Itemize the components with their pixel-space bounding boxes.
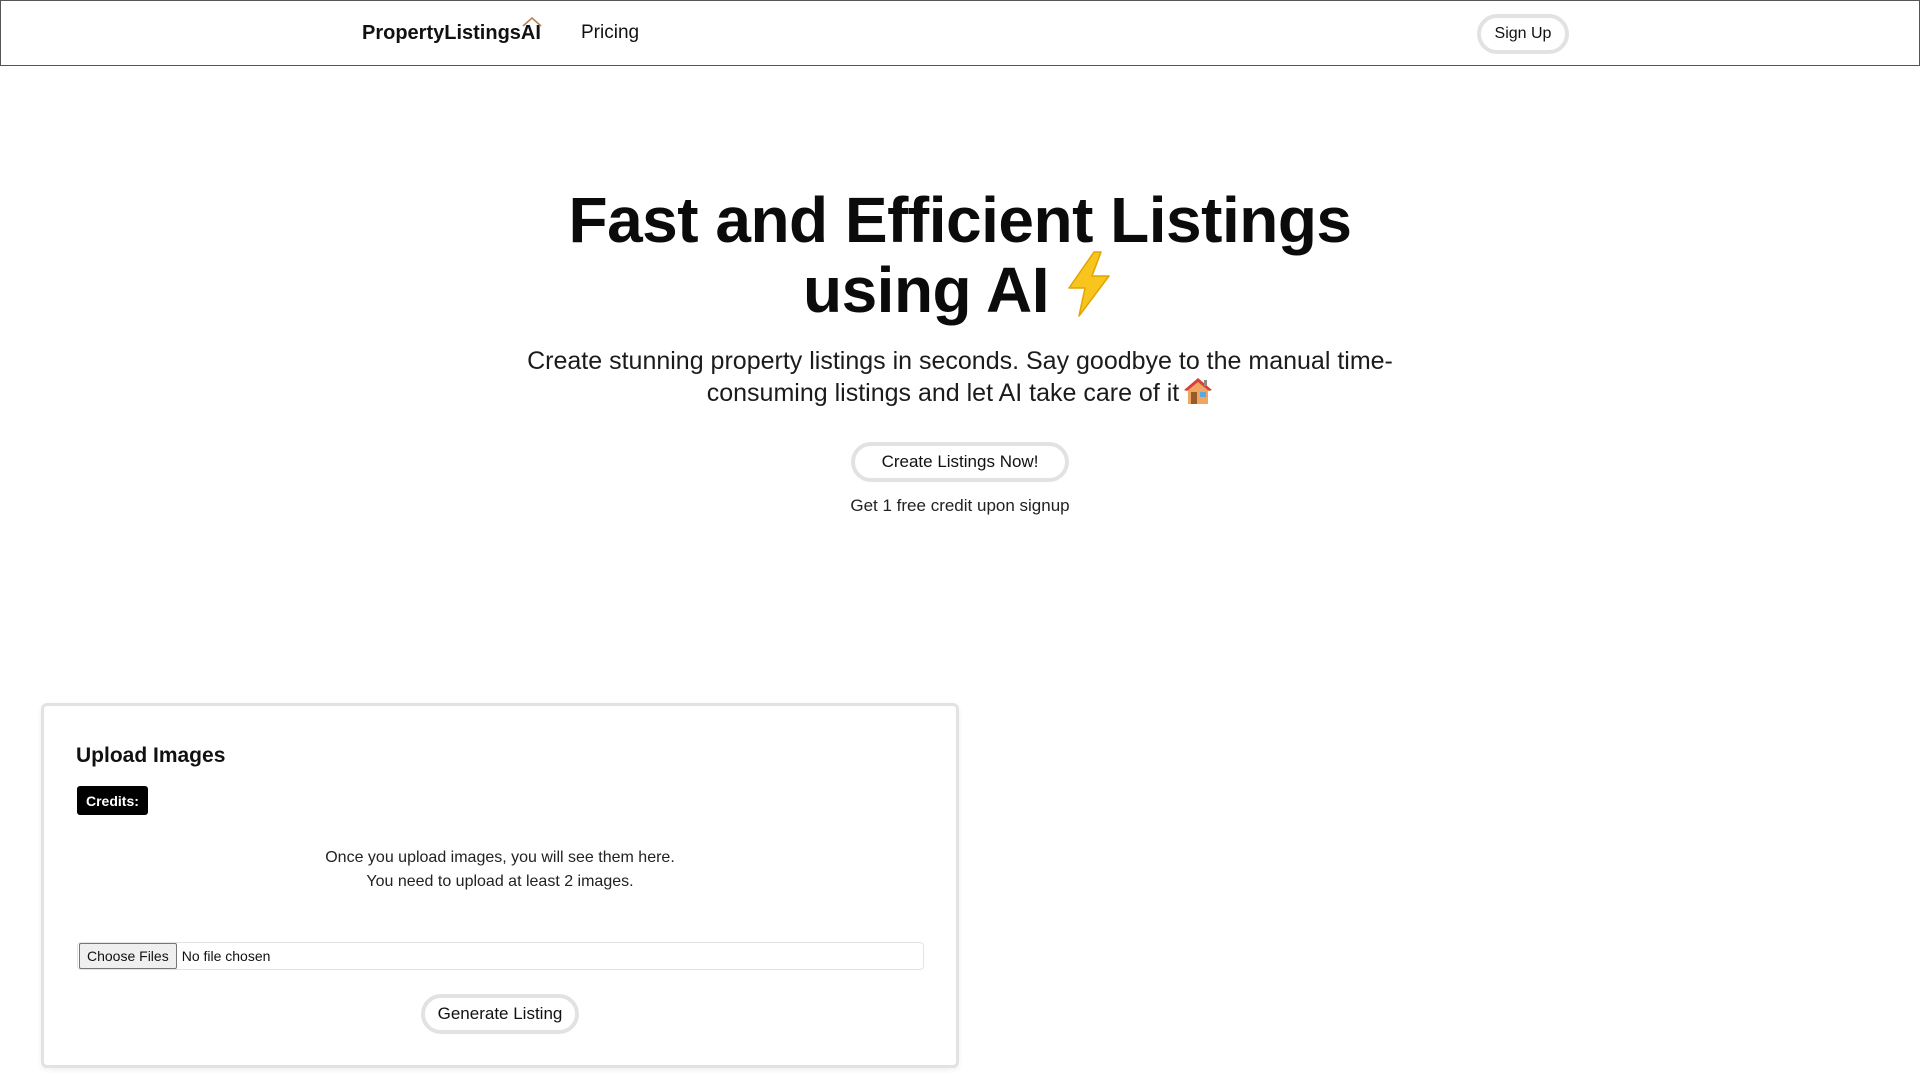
top-navbar: PropertyListingsAI Pricing Sign Up: [0, 0, 1920, 66]
upload-placeholder-message: Once you upload images, you will see the…: [44, 846, 956, 894]
free-credit-note: Get 1 free credit upon signup: [850, 496, 1070, 515]
hero-title: Fast and Efficient Listings using AI: [460, 188, 1460, 322]
brand-logo[interactable]: PropertyListingsAI: [362, 17, 542, 45]
file-status-text: No file chosen: [181, 948, 271, 964]
hero-subtitle: Create stunning property listings in sec…: [500, 345, 1420, 409]
file-input[interactable]: Choose Files No file chosen: [77, 942, 924, 970]
credits-badge: Credits:: [77, 786, 148, 815]
hero-title-line1: Fast and Efficient Listings: [568, 184, 1352, 256]
upload-message-line2: You need to upload at least 2 images.: [366, 873, 634, 890]
generate-listing-button[interactable]: Generate Listing: [421, 994, 579, 1034]
hero-title-line2: using AI: [802, 254, 1050, 326]
choose-files-button[interactable]: Choose Files: [79, 943, 177, 969]
upload-card-title: Upload Images: [76, 744, 226, 767]
hero-subtitle-line1: Create stunning property listings in sec…: [527, 347, 1393, 375]
upload-images-card: Upload Images Credits: Once you upload i…: [41, 703, 959, 1068]
create-listings-button[interactable]: Create Listings Now!: [851, 442, 1069, 482]
page: PropertyListingsAI Pricing Sign Up Fast …: [0, 0, 1920, 1080]
nav-link-pricing[interactable]: Pricing: [581, 22, 639, 44]
hero-subtitle-line2: consuming listings and let AI take care …: [706, 379, 1180, 407]
sign-up-button[interactable]: Sign Up: [1477, 14, 1569, 54]
house-icon: [1184, 378, 1213, 404]
brand-name: PropertyListingsAI: [362, 22, 541, 44]
upload-message-line1: Once you upload images, you will see the…: [325, 849, 675, 866]
lightning-bolt-icon: [1068, 251, 1110, 317]
roof-icon: [522, 17, 542, 27]
